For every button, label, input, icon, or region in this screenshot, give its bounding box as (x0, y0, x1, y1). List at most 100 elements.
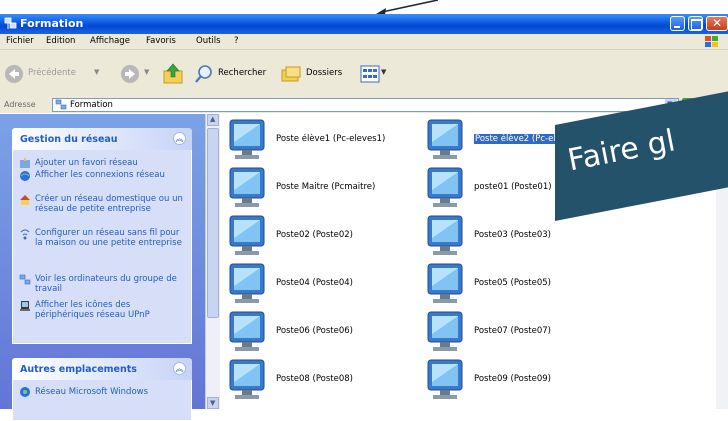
computer-item[interactable]: Poste06 (Poste06) (224, 310, 419, 354)
computer-item[interactable]: Poste Maitre (Pcmaitre) (224, 166, 419, 210)
place-microsoft-windows-network[interactable]: Réseau Microsoft Windows (35, 387, 187, 397)
computer-label: poste01 (Poste01) (474, 182, 552, 192)
chevron-down-icon: ▼ (381, 68, 387, 76)
task-create-home-network[interactable]: Créer un réseau domestique ou un réseau … (35, 194, 187, 214)
computer-monitor-icon (422, 166, 470, 210)
computer-monitor-icon (224, 214, 272, 258)
close-button[interactable]: ✕ (706, 16, 728, 31)
views-button[interactable]: ▼ (360, 64, 388, 84)
home-network-icon (20, 195, 30, 205)
other-places-header[interactable]: Autres emplacements ︽ (12, 358, 192, 380)
wireless-network-icon (20, 229, 30, 240)
network-tasks-panel: Gestion du réseau ︽ Ajouter un favori ré… (12, 128, 192, 344)
chevron-up-icon: ▲ (210, 115, 216, 123)
computer-item[interactable]: Poste élève1 (Pc-eleves1) (224, 118, 419, 162)
views-icon (360, 65, 380, 83)
computer-item[interactable]: Poste07 (Poste07) (422, 310, 617, 354)
computer-label: Poste04 (Poste04) (276, 278, 353, 288)
close-icon: ✕ (712, 16, 723, 30)
computer-label: Poste02 (Poste02) (276, 230, 353, 240)
address-label: Adresse (4, 100, 36, 109)
address-input[interactable]: Formation ▼ (52, 98, 679, 112)
computer-item[interactable]: Poste04 (Poste04) (224, 262, 419, 306)
minimize-button[interactable] (670, 16, 685, 31)
scroll-thumb[interactable] (207, 128, 219, 318)
collapse-chevron-icon[interactable]: ︽ (173, 362, 186, 375)
title-bar[interactable]: Formation ✕ (0, 14, 728, 34)
computer-monitor-icon (422, 214, 470, 258)
search-button[interactable]: Rechercher (194, 64, 276, 84)
chevron-down-icon: ▼ (144, 68, 150, 76)
task-pane-scrollbar[interactable]: ▲ ▼ (205, 114, 221, 409)
task-add-favorite[interactable]: Ajouter un favori réseau (35, 158, 187, 168)
scroll-down-button[interactable]: ▼ (207, 397, 219, 409)
folders-label: Dossiers (306, 68, 343, 78)
chevron-down-icon: ▼ (94, 68, 100, 76)
task-pane: Gestion du réseau ︽ Ajouter un favori ré… (0, 114, 205, 421)
menu-outils[interactable]: Outils (196, 36, 221, 46)
address-bar: Adresse Formation ▼ OK (0, 96, 728, 113)
network-tasks-body: Ajouter un favori réseau Afficher les co… (12, 150, 192, 344)
menu-help[interactable]: ? (234, 36, 239, 46)
window-title: Formation (20, 17, 84, 30)
task-view-workgroup[interactable]: Voir les ordinateurs du groupe de travai… (35, 274, 187, 294)
computer-item[interactable]: Poste08 (Poste08) (224, 358, 419, 402)
task-network-connections[interactable]: Afficher les connexions réseau (35, 170, 187, 180)
folders-icon (281, 66, 301, 82)
toolbar: Précédente ▼ ▼ Rechercher Dossiers ▼ (0, 50, 728, 97)
computer-label: Poste09 (Poste09) (474, 374, 551, 384)
computer-label: Poste élève1 (Pc-eleves1) (276, 134, 386, 144)
back-label: Précédente (28, 68, 76, 78)
forward-arrow-icon (121, 65, 139, 83)
upnp-devices-icon (20, 301, 30, 311)
computer-label: Poste05 (Poste05) (474, 278, 551, 288)
computer-monitor-icon (224, 358, 272, 402)
folder-up-icon[interactable] (162, 63, 184, 85)
computer-monitor-icon (224, 118, 272, 162)
computer-item[interactable]: Poste02 (Poste02) (224, 214, 419, 258)
back-button[interactable]: Précédente ▼ (4, 64, 104, 84)
menu-fichier[interactable]: Fichier (6, 36, 34, 46)
add-favorite-icon (20, 157, 30, 168)
menu-affichage[interactable]: Affichage (90, 36, 130, 46)
computer-monitor-icon (224, 166, 272, 210)
network-folder-icon (55, 99, 67, 110)
menu-edition[interactable]: Edition (46, 36, 75, 46)
other-places-body: Réseau Microsoft Windows (12, 380, 192, 421)
network-tasks-header[interactable]: Gestion du réseau ︽ (12, 128, 192, 150)
scroll-up-button[interactable]: ▲ (207, 114, 219, 126)
computer-label: Poste Maitre (Pcmaitre) (276, 182, 376, 192)
computer-monitor-icon (422, 262, 470, 306)
computer-item[interactable]: Poste09 (Poste09) (422, 358, 617, 402)
maximize-button[interactable] (688, 16, 703, 31)
computer-monitor-icon (422, 310, 470, 354)
computer-label: Poste élève2 (Pc-ele (474, 134, 562, 144)
computer-label: Poste03 (Poste03) (474, 230, 551, 240)
network-connections-icon (20, 171, 30, 181)
task-show-upnp[interactable]: Afficher les icônes des périphériques ré… (35, 300, 187, 320)
windows-logo-icon (705, 36, 718, 47)
computer-item[interactable]: Poste05 (Poste05) (422, 262, 617, 306)
task-configure-wireless[interactable]: Configurer un réseau sans fil pour la ma… (35, 228, 187, 248)
computer-monitor-icon (422, 358, 470, 402)
computer-label: Poste06 (Poste06) (276, 326, 353, 336)
collapse-chevron-icon[interactable]: ︽ (173, 132, 186, 145)
search-label: Rechercher (218, 68, 267, 78)
computer-item[interactable]: Poste03 (Poste03) (422, 214, 617, 258)
forward-button[interactable]: ▼ (120, 64, 152, 84)
chevron-down-icon: ▼ (210, 399, 216, 407)
menu-bar: Fichier Edition Affichage Favoris Outils… (0, 34, 728, 50)
computer-label: Poste08 (Poste08) (276, 374, 353, 384)
network-folder-icon (4, 17, 17, 29)
menu-favoris[interactable]: Favoris (146, 36, 176, 46)
computer-monitor-icon (224, 262, 272, 306)
network-tasks-title: Gestion du réseau (20, 134, 118, 145)
windows-network-icon (20, 387, 30, 397)
address-value: Formation (70, 100, 113, 110)
back-arrow-icon (5, 65, 23, 83)
computer-monitor-icon (422, 118, 470, 162)
folders-button[interactable]: Dossiers (280, 64, 350, 84)
computer-monitor-icon (224, 310, 272, 354)
search-icon (195, 65, 212, 83)
other-places-panel: Autres emplacements ︽ Réseau Microsoft W… (12, 358, 192, 421)
